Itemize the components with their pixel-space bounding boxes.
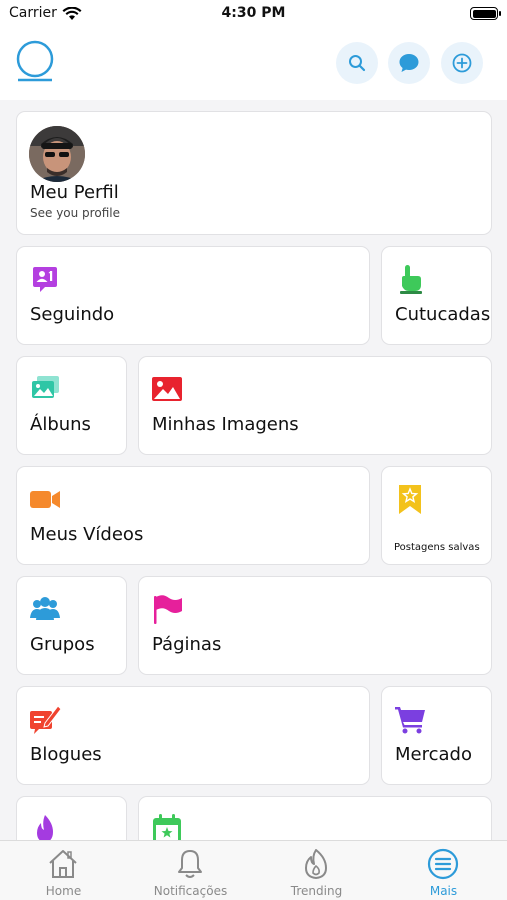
menu-item-paginas[interactable]: Páginas	[138, 576, 492, 675]
avatar	[29, 126, 85, 182]
shopping-cart-icon	[395, 707, 425, 734]
photo-album-icon	[32, 376, 59, 398]
menu-item-events[interactable]	[138, 796, 492, 840]
menu-item-grupos[interactable]: Grupos	[16, 576, 127, 675]
fire-icon	[305, 849, 327, 879]
plus-circle-icon	[452, 53, 472, 73]
menu-item-mercado[interactable]: Mercado	[381, 686, 492, 785]
search-icon	[349, 55, 366, 72]
messages-button[interactable]	[388, 42, 430, 84]
flag-icon	[154, 595, 182, 624]
tab-bar: Home Notificações Trending Mais	[0, 840, 507, 900]
menu-item-label: Postagens salvas	[394, 542, 480, 553]
menu-item-label: Seguindo	[30, 304, 115, 325]
menu-item-minhas-imagens[interactable]: Minhas Imagens	[138, 356, 492, 455]
menu-item-label: Minhas Imagens	[152, 414, 299, 435]
menu-item-label: Páginas	[152, 634, 222, 655]
bookmark-star-icon	[399, 485, 421, 514]
calendar-icon	[153, 814, 181, 840]
tab-home[interactable]: Home	[0, 841, 127, 900]
ring-logo-icon[interactable]	[14, 40, 56, 82]
menu-item-label: Grupos	[30, 634, 95, 655]
menu-item-fire[interactable]	[16, 796, 127, 840]
tab-label: Home	[45, 884, 82, 898]
more-menu-grid: Meu Perfil See you profile Seguindo Cutu…	[0, 100, 507, 840]
menu-item-label: Meus Vídeos	[30, 524, 144, 545]
menu-lines-icon	[427, 848, 459, 880]
poke-hand-icon	[400, 265, 422, 294]
menu-item-cutucadas[interactable]: Cutucadas	[381, 246, 492, 345]
bell-icon	[178, 850, 202, 878]
status-bar: Carrier 4:30 PM	[0, 0, 507, 30]
tab-trending[interactable]: Trending	[253, 841, 380, 900]
following-icon	[33, 267, 57, 292]
chat-bubble-icon	[399, 54, 419, 72]
tab-label: Mais	[429, 884, 458, 898]
create-post-button[interactable]	[441, 42, 483, 84]
home-icon	[49, 850, 77, 878]
image-icon	[152, 377, 182, 401]
menu-item-albuns[interactable]: Álbuns	[16, 356, 127, 455]
menu-item-postagens-salvas[interactable]: Postagens salvas	[381, 466, 492, 565]
clock: 4:30 PM	[221, 5, 286, 21]
tab-label: Trending	[290, 884, 343, 898]
menu-item-meus-videos[interactable]: Meus Vídeos	[16, 466, 370, 565]
tab-mais[interactable]: Mais	[380, 841, 507, 900]
menu-item-blogues[interactable]: Blogues	[16, 686, 370, 785]
menu-item-seguindo[interactable]: Seguindo	[16, 246, 370, 345]
search-button[interactable]	[336, 42, 378, 84]
fire-icon	[37, 815, 53, 840]
blog-pencil-icon	[30, 705, 61, 734]
menu-item-label: Mercado	[395, 744, 472, 765]
menu-item-label: Álbuns	[30, 414, 91, 435]
profile-name: Meu Perfil	[30, 182, 119, 203]
menu-item-label: Blogues	[30, 744, 102, 765]
tab-label: Notificações	[153, 884, 228, 898]
menu-item-label: Cutucadas	[395, 304, 491, 325]
group-icon	[30, 597, 60, 620]
tab-notificacoes[interactable]: Notificações	[127, 841, 254, 900]
profile-subtitle: See you profile	[30, 206, 120, 220]
battery-icon	[470, 7, 501, 20]
app-header	[0, 30, 507, 100]
my-profile-card[interactable]: Meu Perfil See you profile	[16, 111, 492, 235]
video-camera-icon	[30, 491, 60, 508]
